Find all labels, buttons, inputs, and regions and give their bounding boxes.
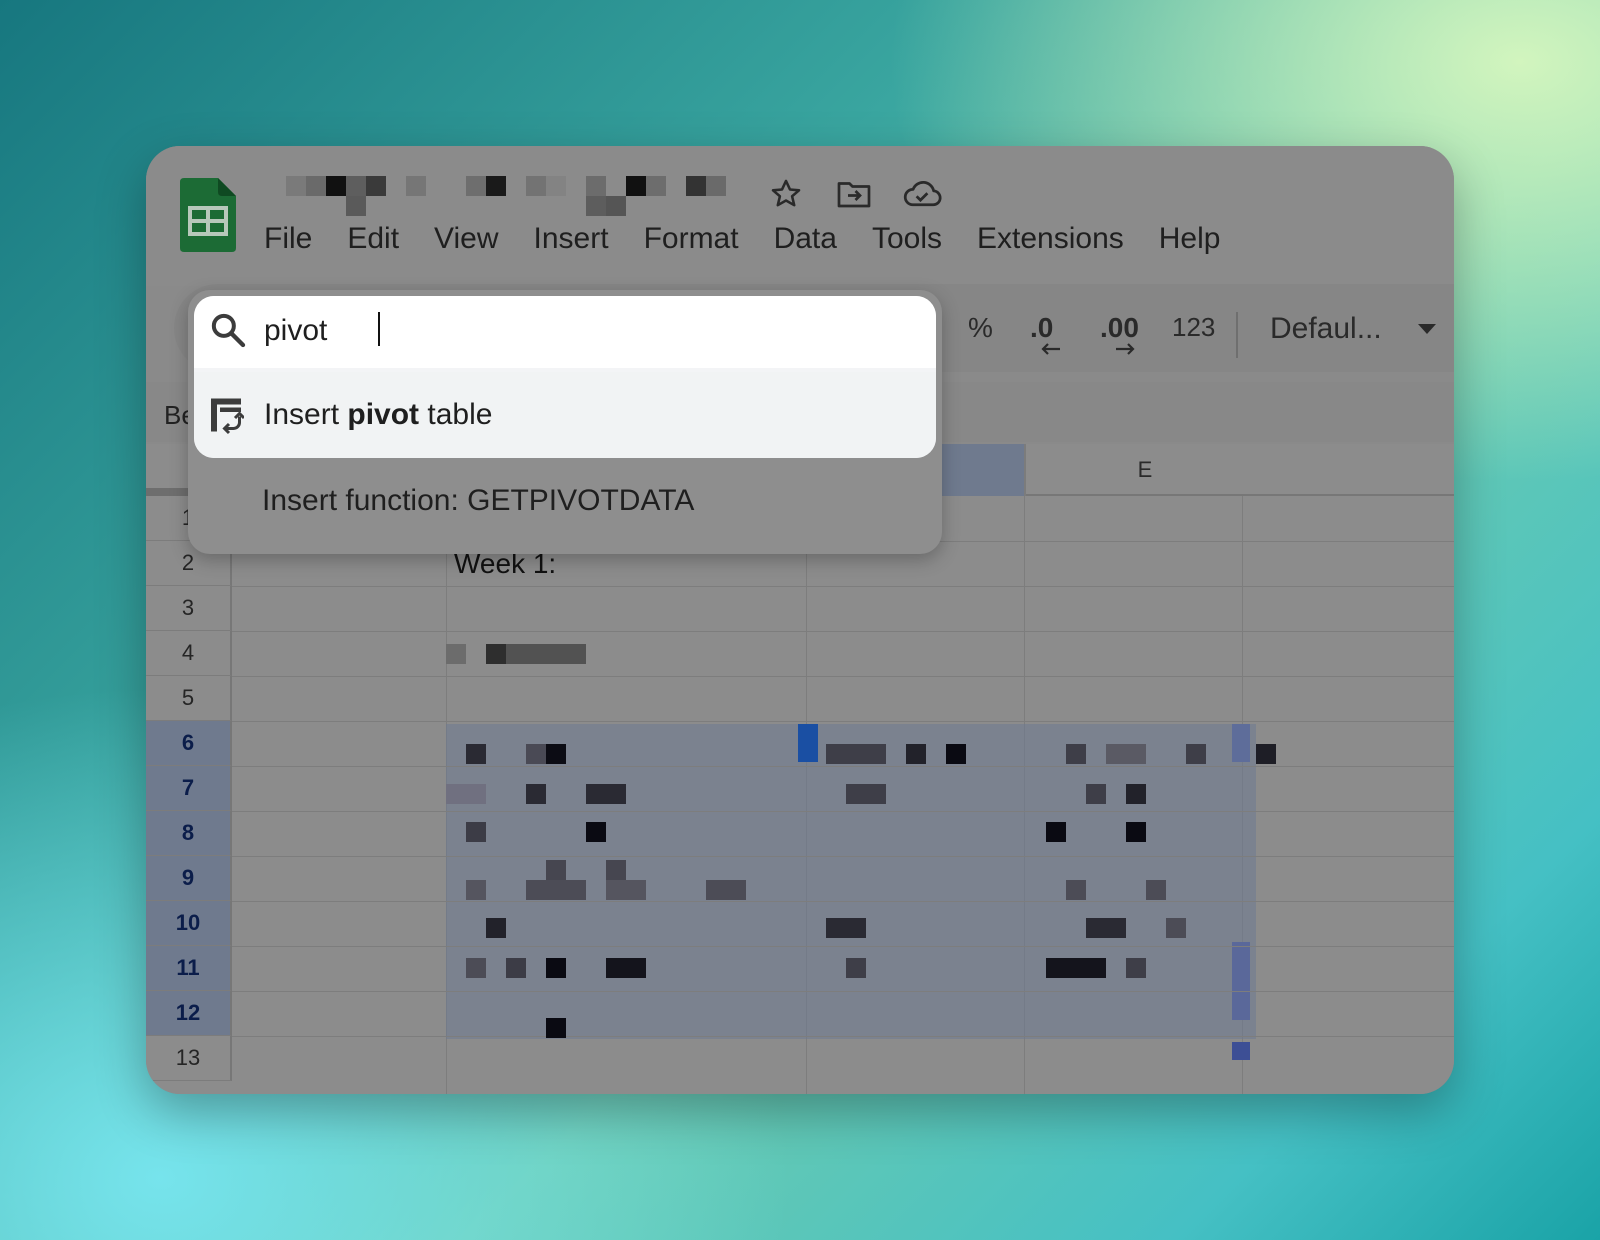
gridline (232, 586, 1454, 587)
row-header-6[interactable]: 6 (146, 721, 232, 766)
format-percent-button[interactable]: % (968, 312, 993, 344)
row-header-8[interactable]: 8 (146, 811, 232, 856)
selection-edge (1232, 1042, 1250, 1060)
row-header-11[interactable]: 11 (146, 946, 232, 991)
title-icons (766, 174, 942, 214)
result-insert-function-getpivotdata[interactable]: Insert function: GETPIVOTDATA (262, 484, 694, 518)
gridline (232, 721, 1454, 722)
decrease-decimal-button[interactable]: .0 (1030, 312, 1060, 355)
increase-decimal-button[interactable]: .00 (1100, 312, 1139, 355)
sheets-window: File Edit View Insert Format Data Tools … (146, 146, 1454, 1094)
selection-edge (1232, 724, 1250, 762)
row-header-12[interactable]: 12 (146, 991, 232, 1036)
gridline (232, 991, 1454, 992)
result-label-prefix: Insert (264, 398, 348, 431)
arrow-right-icon (1116, 343, 1135, 355)
row-header-4[interactable]: 4 (146, 631, 232, 676)
row-header-3[interactable]: 3 (146, 586, 232, 631)
gridline (232, 946, 1454, 947)
search-icon (211, 313, 246, 348)
gridline (232, 901, 1454, 902)
gridline (232, 631, 1454, 632)
star-icon[interactable] (766, 174, 806, 214)
pivot-table-icon (211, 398, 244, 435)
row-header-7[interactable]: 7 (146, 766, 232, 811)
menu-view[interactable]: View (434, 222, 498, 256)
toolbar-divider (1236, 312, 1238, 358)
menu-bar: File Edit View Insert Format Data Tools … (264, 222, 1220, 256)
search-input[interactable] (264, 308, 904, 354)
result-label-suffix: table (419, 398, 493, 431)
search-card: Insert pivot table (194, 296, 936, 458)
arrow-left-icon (1041, 343, 1060, 355)
menu-insert[interactable]: Insert (534, 222, 609, 256)
text-caret (378, 312, 380, 346)
search-field (194, 296, 936, 368)
row-header-9[interactable]: 9 (146, 856, 232, 901)
cloud-saved-icon[interactable] (902, 174, 942, 214)
gridline (232, 1036, 1454, 1037)
selection-edge (1232, 942, 1250, 1020)
row-header-10[interactable]: 10 (146, 901, 232, 946)
title-bar: File Edit View Insert Format Data Tools … (146, 146, 1454, 286)
gridline (232, 856, 1454, 857)
result-label-match: pivot (347, 398, 420, 431)
document-title-redacted[interactable] (286, 176, 736, 218)
increase-decimal-label: .00 (1100, 312, 1139, 343)
menu-tools[interactable]: Tools (872, 222, 942, 256)
font-select[interactable]: Defaul... (1270, 312, 1382, 346)
result-insert-pivot-table[interactable]: Insert pivot table (194, 372, 936, 458)
gridline (232, 676, 1454, 677)
gridline (232, 811, 1454, 812)
row-header-13[interactable]: 13 (146, 1036, 232, 1081)
menu-file[interactable]: File (264, 222, 312, 256)
sheets-logo-icon[interactable] (180, 178, 236, 252)
column-header-e[interactable]: E (1024, 444, 1264, 496)
menu-format[interactable]: Format (644, 222, 739, 256)
menu-data[interactable]: Data (774, 222, 837, 256)
menu-extensions[interactable]: Extensions (977, 222, 1124, 256)
menu-edit[interactable]: Edit (347, 222, 399, 256)
menu-help[interactable]: Help (1159, 222, 1221, 256)
selection-fill-handle[interactable] (798, 724, 818, 762)
number-format-button[interactable]: 123 (1172, 312, 1215, 343)
chevron-down-icon[interactable] (1416, 322, 1438, 336)
row-header-5[interactable]: 5 (146, 676, 232, 721)
result-label: Insert pivot table (264, 398, 492, 432)
decrease-decimal-label: .0 (1030, 312, 1054, 343)
gridline (232, 766, 1454, 767)
move-to-folder-icon[interactable] (834, 174, 874, 214)
